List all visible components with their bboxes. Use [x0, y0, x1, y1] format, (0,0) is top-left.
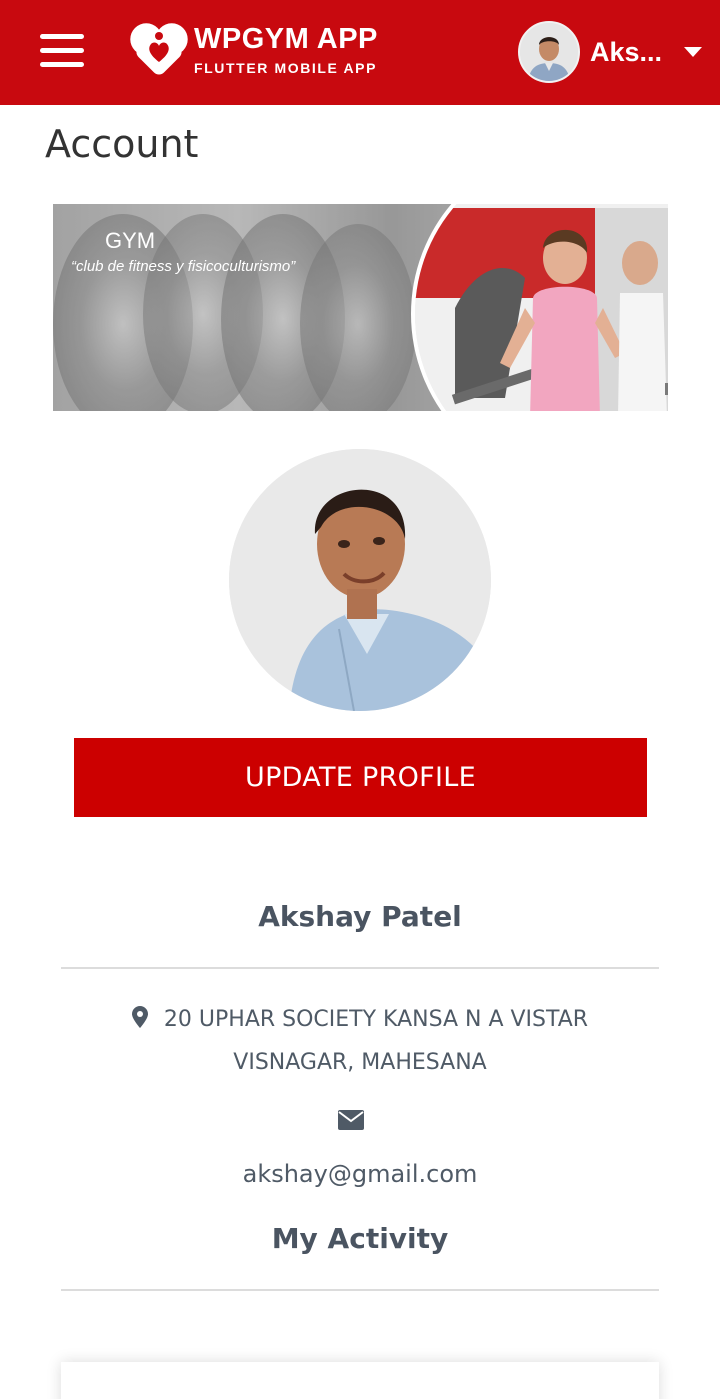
address-line-1: 20 UPHAR SOCIETY KANSA N A VISTAR: [0, 998, 720, 1041]
treadmill-photo: [411, 204, 668, 411]
avatar[interactable]: [518, 21, 580, 83]
app-subtitle: FLUTTER MOBILE APP: [194, 60, 378, 76]
profile-address: 20 UPHAR SOCIETY KANSA N A VISTAR VISNAG…: [0, 998, 720, 1084]
address-line-2: VISNAGAR, MAHESANA: [233, 1050, 487, 1075]
profile-name: Akshay Patel: [258, 900, 462, 933]
profile-email: akshay@gmail.com: [242, 1160, 478, 1188]
envelope-icon: [338, 1110, 364, 1130]
address-line-1-text: 20 UPHAR SOCIETY KANSA N A VISTAR: [163, 1007, 589, 1032]
banner-title: GYM: [105, 228, 156, 253]
app-header: WPGYM APP FLUTTER MOBILE APP Aks...: [0, 0, 720, 105]
my-activity-heading: My Activity: [271, 1222, 449, 1255]
map-pin-icon: [131, 1006, 148, 1028]
page-title: Account: [45, 122, 199, 166]
app-title: WPGYM APP: [194, 23, 378, 55]
caret-down-icon[interactable]: [684, 47, 702, 57]
divider: [61, 1289, 659, 1291]
update-profile-button[interactable]: UPDATE PROFILE: [74, 738, 647, 817]
profile-photo: [229, 449, 491, 711]
gym-banner: GYM “club de fitness y fisicoculturismo”: [53, 204, 668, 411]
user-name[interactable]: Aks...: [590, 37, 662, 68]
activity-card: [61, 1362, 659, 1399]
heart-logo-icon: [130, 23, 188, 75]
divider: [61, 967, 659, 969]
banner-tagline: “club de fitness y fisicoculturismo”: [71, 258, 296, 275]
user-menu[interactable]: Aks...: [518, 21, 708, 83]
hamburger-menu-icon[interactable]: [40, 34, 84, 68]
